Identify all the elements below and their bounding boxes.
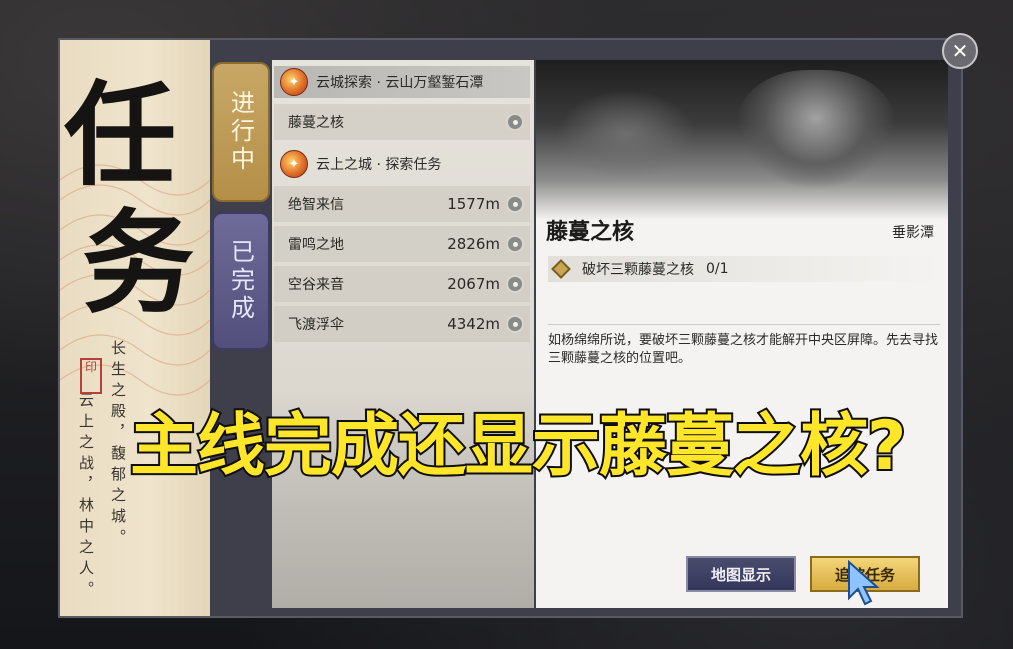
quest-distance: 1577m <box>447 195 500 213</box>
quest-detail-title: 藤蔓之核 <box>546 219 635 245</box>
quest-objective: 破坏三颗藤蔓之核 0/1 <box>548 256 940 282</box>
overlay-caption: 主线完成还显示藤蔓之核? <box>128 405 908 488</box>
quest-distance: 4342m <box>447 315 500 333</box>
title-char-1: 任 <box>64 70 176 201</box>
quest-detail-panel: 藤蔓之核 垂影潭 破坏三颗藤蔓之核 0/1 如杨绵绵所说，要破坏三颗藤蔓之核才能… <box>536 60 948 608</box>
quest-name: 空谷来音 <box>288 277 344 293</box>
divider <box>548 324 940 325</box>
quest-scroll-panel: 任 务 长生之殿，馥郁之城。 云上之战，林中之人。 <box>60 40 210 616</box>
tab-in-progress[interactable]: 进行中 <box>212 62 270 202</box>
red-seal-stamp: 印 <box>80 358 102 394</box>
title-char-2: 务 <box>82 198 194 329</box>
quest-list: ✦ 云城探索 · 云山万壑錾石潭 藤蔓之核 ✦ 云上之城 · 探索任务 绝智来信… <box>272 60 534 608</box>
poem-line-1: 长生之殿，馥郁之城。 <box>109 340 127 550</box>
quest-group-title: 云城探索 · 云山万壑錾石潭 <box>316 75 484 91</box>
poem-line-2: 云上之战，林中之人。 <box>77 392 95 602</box>
list-item[interactable]: 绝智来信 1577m <box>274 186 530 222</box>
quest-scene-image <box>536 60 948 220</box>
quest-emblem-icon: ✦ <box>280 68 308 96</box>
quest-description: 如杨绵绵所说，要破坏三颗藤蔓之核才能解开中央区屏障。先去寻找三颗藤蔓之核的位置吧… <box>548 333 939 366</box>
list-item[interactable]: 空谷来音 2067m <box>274 266 530 302</box>
quest-group-header[interactable]: ✦ 云上之城 · 探索任务 <box>274 148 530 180</box>
quest-emblem-icon: ✦ <box>280 150 308 178</box>
quest-location: 垂影潭 <box>892 225 934 241</box>
location-pin-icon[interactable] <box>506 315 524 333</box>
map-display-button[interactable]: 地图显示 <box>686 556 796 592</box>
close-icon[interactable]: ✕ <box>942 33 978 69</box>
objective-diamond-icon <box>551 259 571 279</box>
location-pin-icon[interactable] <box>506 113 524 131</box>
quest-name: 绝智来信 <box>288 197 344 213</box>
quest-name: 飞渡浮伞 <box>288 317 344 333</box>
quest-distance: 2067m <box>447 275 500 293</box>
quest-group-header[interactable]: ✦ 云城探索 · 云山万壑錾石潭 <box>274 66 530 98</box>
quest-distance: 2826m <box>447 235 500 253</box>
quest-group-title: 云上之城 · 探索任务 <box>316 157 442 173</box>
location-pin-icon[interactable] <box>506 195 524 213</box>
quest-name: 雷鸣之地 <box>288 237 344 253</box>
location-pin-icon[interactable] <box>506 235 524 253</box>
objective-text: 破坏三颗藤蔓之核 <box>582 262 694 278</box>
list-item[interactable]: 藤蔓之核 <box>274 104 530 140</box>
list-item[interactable]: 雷鸣之地 2826m <box>274 226 530 262</box>
list-item[interactable]: 飞渡浮伞 4342m <box>274 306 530 342</box>
location-pin-icon[interactable] <box>506 275 524 293</box>
objective-count: 0/1 <box>706 261 729 277</box>
cursor-arrow-icon <box>848 560 880 606</box>
quest-name: 藤蔓之核 <box>288 115 344 131</box>
tab-completed[interactable]: 已完成 <box>212 212 270 350</box>
